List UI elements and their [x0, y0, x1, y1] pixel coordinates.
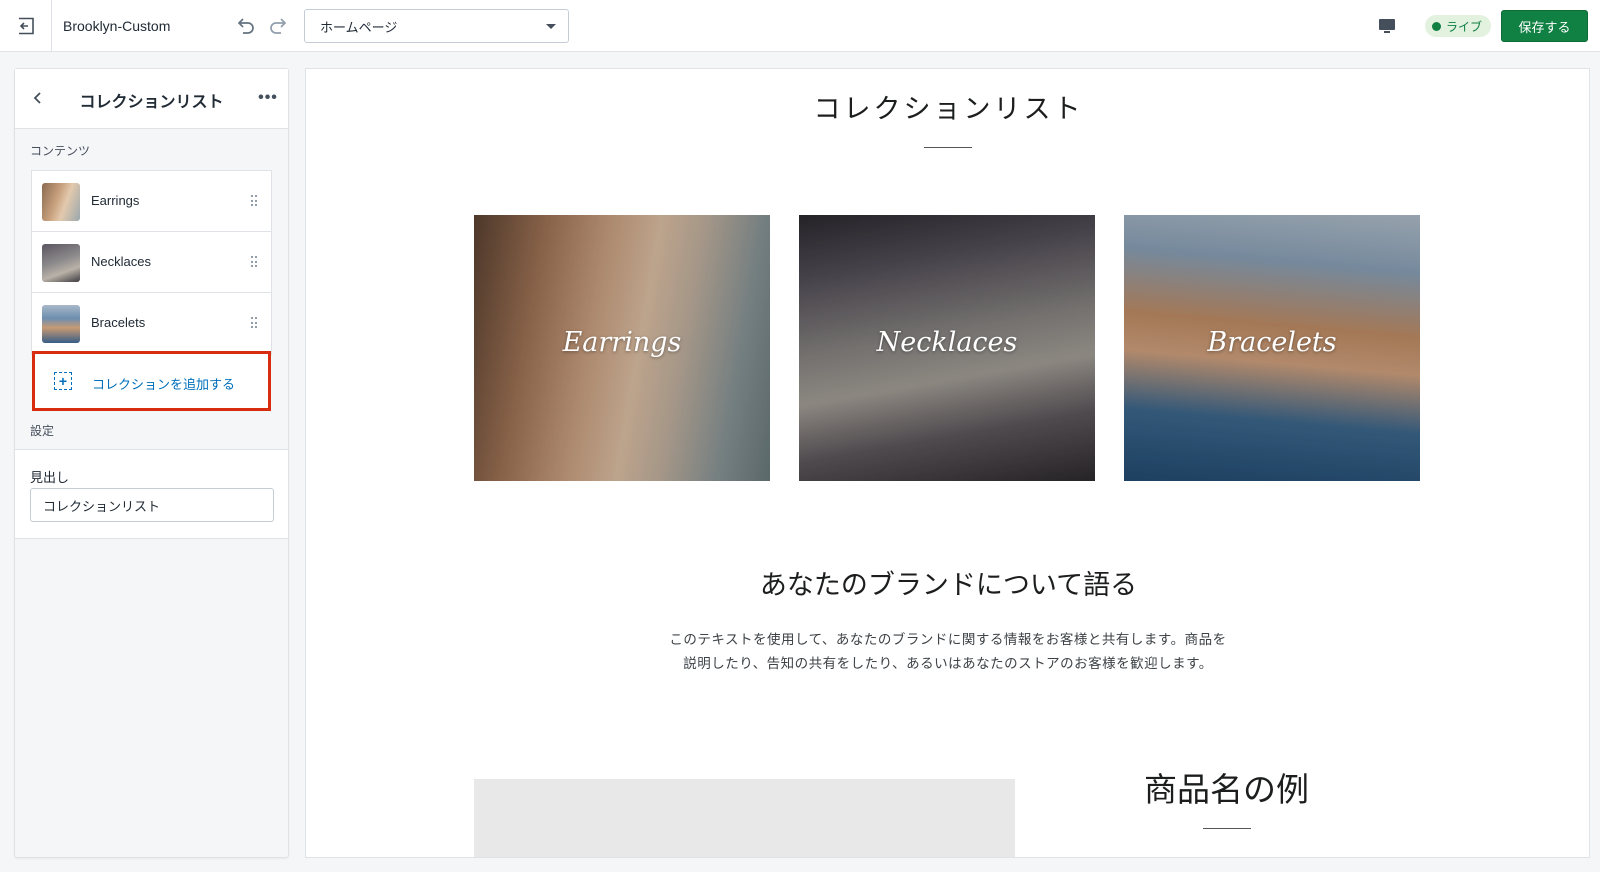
block-item-earrings[interactable]: Earrings — [32, 171, 271, 232]
collection-title: Necklaces — [876, 327, 1018, 358]
page-select-value: ホームページ — [320, 19, 398, 35]
drag-handle-icon[interactable] — [251, 195, 257, 207]
collection-list-heading: コレクションリスト — [813, 94, 1084, 125]
exit-editor-button[interactable] — [0, 0, 52, 52]
drag-handle-icon[interactable] — [251, 317, 257, 329]
brand-text-line: このテキストを使用して、あなたのブランドに関する情報をお客様と共有します。商品を — [669, 632, 1227, 648]
block-list: Earrings Necklaces Bracelets — [31, 170, 272, 355]
collection-title: Bracelets — [1207, 327, 1337, 358]
bracelets-thumbnail — [42, 305, 80, 343]
brand-section-title: あなたのブランドについて語る — [759, 570, 1138, 601]
sidebar-title: コレクションリスト — [79, 94, 224, 111]
brand-text-line: 説明したり、告知の共有をしたり、あるいはあなたのストアのお客様を歓迎します。 — [683, 656, 1213, 672]
block-item-necklaces[interactable]: Necklaces — [32, 232, 271, 293]
collection-title: Earrings — [562, 327, 682, 358]
settings-panel: 見出し — [15, 449, 288, 539]
exit-icon — [18, 17, 34, 35]
more-icon: ••• — [258, 89, 278, 106]
collection-card-necklaces[interactable]: Necklaces — [799, 215, 1095, 481]
add-collection-label: コレクションを追加する — [92, 377, 236, 392]
product-name: 商品名の例 — [1144, 770, 1309, 809]
product-image-placeholder — [474, 779, 1015, 857]
theme-name: Brooklyn-Custom — [63, 18, 171, 34]
theme-preview: コレクションリスト Earrings Necklaces Bracelets あ… — [305, 68, 1590, 858]
more-actions-button[interactable]: ••• — [256, 87, 280, 109]
sidebar: コレクションリスト ••• コンテンツ Earrings Necklaces B… — [14, 68, 289, 858]
collection-card-bracelets[interactable]: Bracelets — [1124, 215, 1420, 481]
drag-handle-icon[interactable] — [251, 256, 257, 268]
brand-section-text: このテキストを使用して、あなたのブランドに関する情報をお客様と共有します。商品を… — [628, 628, 1268, 676]
heading-field[interactable] — [30, 488, 274, 522]
block-item-label: Bracelets — [91, 315, 146, 330]
settings-section-label: 設定 — [30, 424, 55, 438]
live-status-badge: ライブ — [1425, 15, 1492, 37]
desktop-icon — [1379, 19, 1395, 33]
block-item-label: Necklaces — [91, 254, 151, 269]
content-section-label: コンテンツ — [30, 144, 91, 158]
block-item-label: Earrings — [91, 193, 140, 208]
collection-card-earrings[interactable]: Earrings — [474, 215, 770, 481]
add-collection-button[interactable]: + コレクションを追加する — [32, 351, 271, 411]
block-item-bracelets[interactable]: Bracelets — [32, 293, 271, 354]
live-dot-icon — [1432, 21, 1441, 31]
desktop-preview-button[interactable] — [1375, 14, 1399, 38]
add-block-icon: + — [54, 372, 72, 390]
product-divider — [1203, 828, 1251, 829]
necklaces-thumbnail — [42, 244, 80, 282]
sidebar-header: コレクションリスト ••• — [15, 69, 288, 129]
heading-field-label: 見出し — [30, 470, 70, 485]
redo-icon — [270, 18, 287, 34]
earrings-thumbnail — [42, 183, 80, 221]
top-bar: Brooklyn-Custom ホームページ ライブ 保存する — [0, 0, 1600, 52]
chevron-down-icon — [546, 24, 556, 29]
heading-divider — [924, 147, 972, 148]
undo-icon — [237, 18, 254, 34]
page-select[interactable]: ホームページ — [304, 9, 569, 43]
undo-button[interactable] — [232, 13, 258, 39]
save-button[interactable]: 保存する — [1501, 10, 1588, 42]
redo-button[interactable] — [266, 13, 292, 39]
live-label: ライブ — [1446, 19, 1483, 34]
